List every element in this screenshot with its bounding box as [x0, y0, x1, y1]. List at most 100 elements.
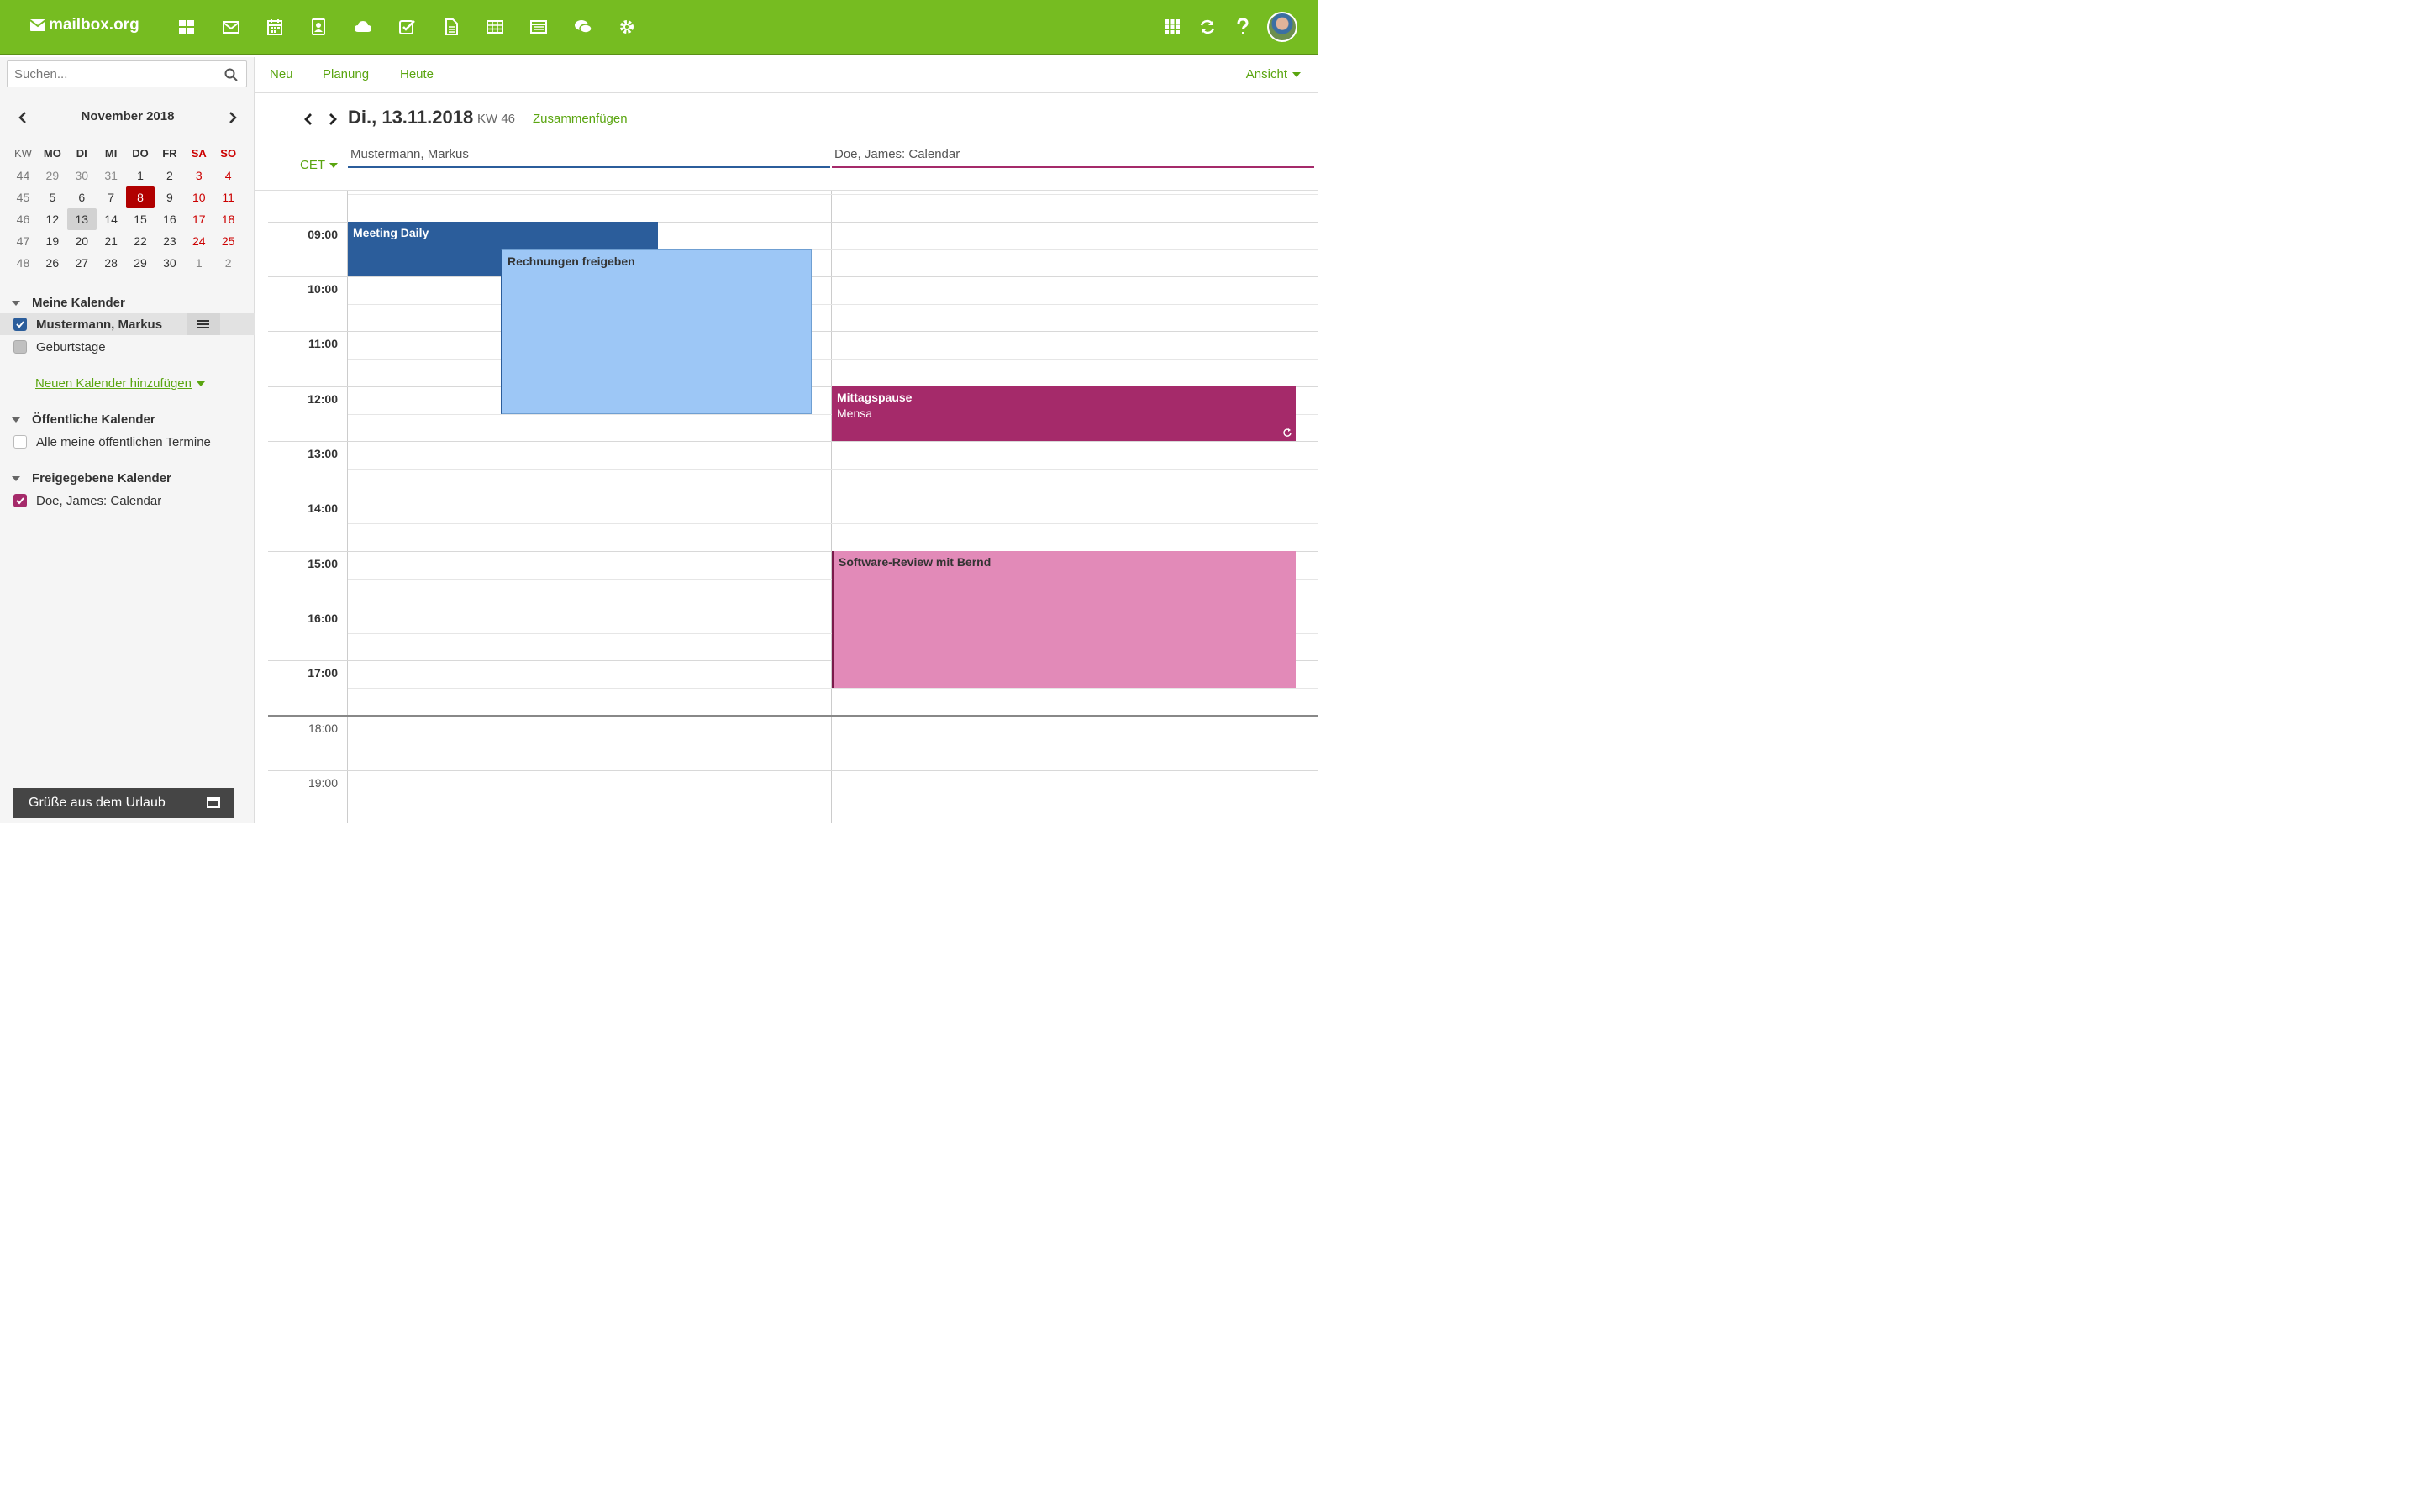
timezone-dropdown[interactable]: CET	[300, 158, 338, 172]
search-input[interactable]	[14, 61, 216, 87]
calendar-label: Mustermann, Markus	[36, 317, 163, 332]
calendar-item-public[interactable]: Alle meine öffentlichen Termine	[0, 431, 255, 453]
apps-grid-icon[interactable]	[1155, 12, 1190, 42]
search-icon[interactable]	[224, 68, 238, 81]
calendar-icon[interactable]	[253, 17, 297, 37]
event-mittagspause[interactable]: Mittagspause Mensa	[832, 386, 1296, 441]
day-cell[interactable]: 9	[155, 186, 184, 208]
day-cell[interactable]: 20	[67, 230, 97, 252]
event-title: Rechnungen freigeben	[508, 255, 635, 268]
day-cell-today[interactable]: 8	[125, 186, 155, 208]
weekday-header: SA	[191, 147, 207, 160]
day-cell[interactable]: 6	[67, 186, 97, 208]
day-cell[interactable]: 7	[97, 186, 126, 208]
grid-line	[348, 469, 1318, 470]
checkbox-checked[interactable]	[13, 318, 27, 331]
day-cell[interactable]: 2	[155, 165, 184, 186]
checkbox-checked[interactable]	[13, 494, 27, 507]
calendar-item-doe[interactable]: Doe, James: Calendar	[0, 490, 255, 512]
day-cell[interactable]: 29	[38, 165, 67, 186]
time-label: 14:00	[308, 501, 338, 515]
new-button[interactable]: Neu	[270, 67, 293, 81]
calendar-item-mustermann[interactable]: Mustermann, Markus	[0, 313, 255, 335]
presentation-icon[interactable]	[517, 17, 560, 37]
my-calendars-section[interactable]: Meine Kalender	[12, 296, 125, 310]
day-cell[interactable]: 27	[67, 252, 97, 274]
event-rechnungen[interactable]: Rechnungen freigeben	[501, 249, 812, 414]
document-icon[interactable]	[429, 17, 472, 37]
day-cell[interactable]: 25	[213, 230, 243, 252]
avatar[interactable]	[1267, 12, 1297, 42]
day-cell[interactable]: 19	[38, 230, 67, 252]
time-label: 16:00	[308, 612, 338, 625]
day-header: Di., 13.11.2018 KW 46 Zusammenfügen CET …	[255, 93, 1318, 191]
shared-calendars-section[interactable]: Freigegebene Kalender	[12, 471, 171, 486]
view-dropdown[interactable]: Ansicht	[1246, 67, 1301, 81]
day-cell[interactable]: 5	[38, 186, 67, 208]
planning-button[interactable]: Planung	[323, 67, 369, 81]
day-cell[interactable]: 15	[126, 208, 155, 230]
time-label: 15:00	[308, 557, 338, 570]
today-button[interactable]: Heute	[400, 67, 434, 81]
day-cell[interactable]: 11	[213, 186, 243, 208]
app-launcher-bar	[165, 17, 649, 37]
vacation-label: Grüße aus dem Urlaub	[29, 795, 166, 810]
day-cell[interactable]: 26	[38, 252, 67, 274]
day-cell[interactable]: 4	[213, 165, 243, 186]
add-calendar-link[interactable]: Neuen Kalender hinzufügen	[35, 376, 205, 391]
merge-link[interactable]: Zusammenfügen	[533, 112, 628, 126]
caret-down-icon	[12, 475, 20, 481]
day-cell[interactable]: 30	[155, 252, 184, 274]
public-calendars-section[interactable]: Öffentliche Kalender	[12, 412, 155, 427]
next-month-button[interactable]	[224, 109, 242, 126]
day-cell[interactable]: 10	[184, 186, 213, 208]
day-cell[interactable]: 21	[97, 230, 126, 252]
caret-down-icon	[12, 300, 20, 306]
help-icon[interactable]	[1225, 12, 1260, 42]
tasks-icon[interactable]	[385, 17, 429, 37]
time-label: 12:00	[308, 392, 338, 406]
mail-icon[interactable]	[208, 17, 252, 37]
checkbox-unchecked[interactable]	[13, 340, 27, 354]
day-grid[interactable]: 09:00 10:00 11:00 12:00 13:00 14:00 15:0…	[255, 191, 1318, 823]
day-cell[interactable]: 31	[97, 165, 126, 186]
day-cell[interactable]: 2	[213, 252, 243, 274]
day-cell[interactable]: 17	[184, 208, 213, 230]
day-cell[interactable]: 22	[126, 230, 155, 252]
calendar-item-birthdays[interactable]: Geburtstage	[0, 336, 255, 358]
day-cell[interactable]: 3	[184, 165, 213, 186]
refresh-icon[interactable]	[1190, 12, 1225, 42]
day-cell[interactable]: 23	[155, 230, 184, 252]
day-cell[interactable]: 29	[126, 252, 155, 274]
calendar-menu-button[interactable]	[187, 313, 220, 335]
prev-day-button[interactable]	[301, 112, 316, 127]
checkbox-unchecked[interactable]	[13, 435, 27, 449]
chat-icon[interactable]	[561, 17, 605, 37]
day-cell[interactable]: 1	[126, 165, 155, 186]
cloud-icon[interactable]	[341, 17, 385, 37]
calendar-label: Alle meine öffentlichen Termine	[36, 434, 211, 449]
chevron-right-icon	[229, 112, 237, 123]
day-cell[interactable]: 28	[97, 252, 126, 274]
weekday-header: MI	[104, 147, 118, 160]
day-cell[interactable]: 14	[97, 208, 126, 230]
day-cell[interactable]: 16	[155, 208, 184, 230]
day-cell[interactable]: 12	[38, 208, 67, 230]
spreadsheet-icon[interactable]	[473, 17, 517, 37]
contacts-icon[interactable]	[297, 17, 340, 37]
caret-down-icon	[329, 162, 338, 168]
day-cell-selected[interactable]: 13	[66, 208, 97, 230]
day-cell[interactable]: 24	[184, 230, 213, 252]
vacation-notice-button[interactable]: Grüße aus dem Urlaub	[13, 788, 234, 818]
event-software-review[interactable]: Software-Review mit Bernd	[832, 551, 1296, 688]
sidebar: November 2018 KW MO DI MI DO FR SA SO 44…	[0, 57, 255, 823]
event-title: Mittagspause	[837, 391, 913, 404]
next-day-button[interactable]	[325, 112, 340, 127]
section-title: Öffentliche Kalender	[32, 412, 155, 427]
day-cell[interactable]: 18	[213, 208, 243, 230]
settings-icon[interactable]	[605, 17, 649, 37]
dashboard-icon[interactable]	[165, 17, 208, 37]
day-cell[interactable]: 1	[184, 252, 213, 274]
brand-logo[interactable]: mailbox.org	[30, 16, 139, 34]
day-cell[interactable]: 30	[67, 165, 97, 186]
